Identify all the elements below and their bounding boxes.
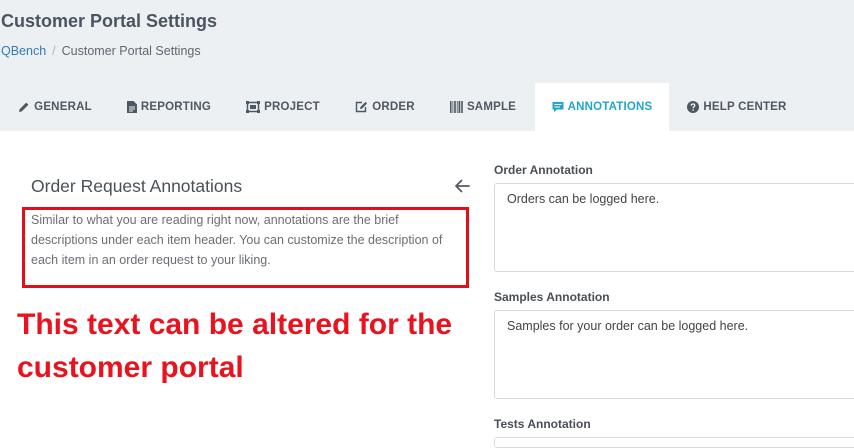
samples-annotation-label: Samples Annotation (494, 290, 610, 304)
file-icon (126, 101, 137, 113)
tab-label: ORDER (372, 101, 415, 113)
page-header: Customer Portal Settings QBench / Customer… (0, 0, 854, 131)
question-circle-icon (687, 101, 700, 113)
breadcrumb-home-link[interactable]: QBench (1, 44, 46, 58)
project-icon (246, 101, 261, 113)
page: Customer Portal Settings QBench / Customer… (0, 0, 854, 448)
samples-annotation-field[interactable]: Samples for your order can be logged her… (494, 310, 854, 399)
breadcrumb-separator: / (52, 44, 56, 58)
breadcrumb: QBench / Customer Portal Settings (1, 44, 201, 58)
comment-icon (552, 102, 564, 112)
arrow-left-icon[interactable] (454, 178, 470, 194)
barcode-icon (449, 101, 463, 113)
tab-help-center[interactable]: HELP CENTER (685, 83, 789, 131)
tests-annotation-field[interactable] (494, 437, 854, 448)
tab-label: SAMPLE (466, 101, 517, 113)
callout-text: This text can be altered for the custome… (17, 308, 453, 384)
order-annotation-label: Order Annotation (494, 163, 593, 177)
tab-label: REPORTING (140, 101, 212, 113)
tab-reporting[interactable]: REPORTING (118, 83, 220, 131)
tab-project[interactable]: PROJECT (240, 83, 326, 131)
annotation-description: Similar to what you are reading right no… (31, 213, 443, 267)
section-title: Order Request Annotations (31, 176, 243, 196)
tab-order[interactable]: ORDER (346, 83, 424, 131)
edit-icon (356, 101, 368, 113)
tab-sample[interactable]: SAMPLE (444, 83, 522, 131)
tests-annotation-label: Tests Annotation (494, 417, 591, 431)
pencil-icon (19, 102, 29, 112)
tab-label: HELP CENTER (703, 101, 787, 113)
tab-annotations[interactable]: ANNOTATIONS (535, 83, 669, 131)
tab-label: PROJECT (264, 101, 320, 113)
tab-label: ANNOTATIONS (567, 101, 653, 113)
page-title: Customer Portal Settings (1, 11, 218, 31)
tab-general[interactable]: GENERAL (12, 83, 98, 131)
order-annotation-field[interactable]: Orders can be logged here. (494, 183, 854, 272)
breadcrumb-current: Customer Portal Settings (61, 44, 201, 58)
tab-label: GENERAL (34, 101, 92, 113)
